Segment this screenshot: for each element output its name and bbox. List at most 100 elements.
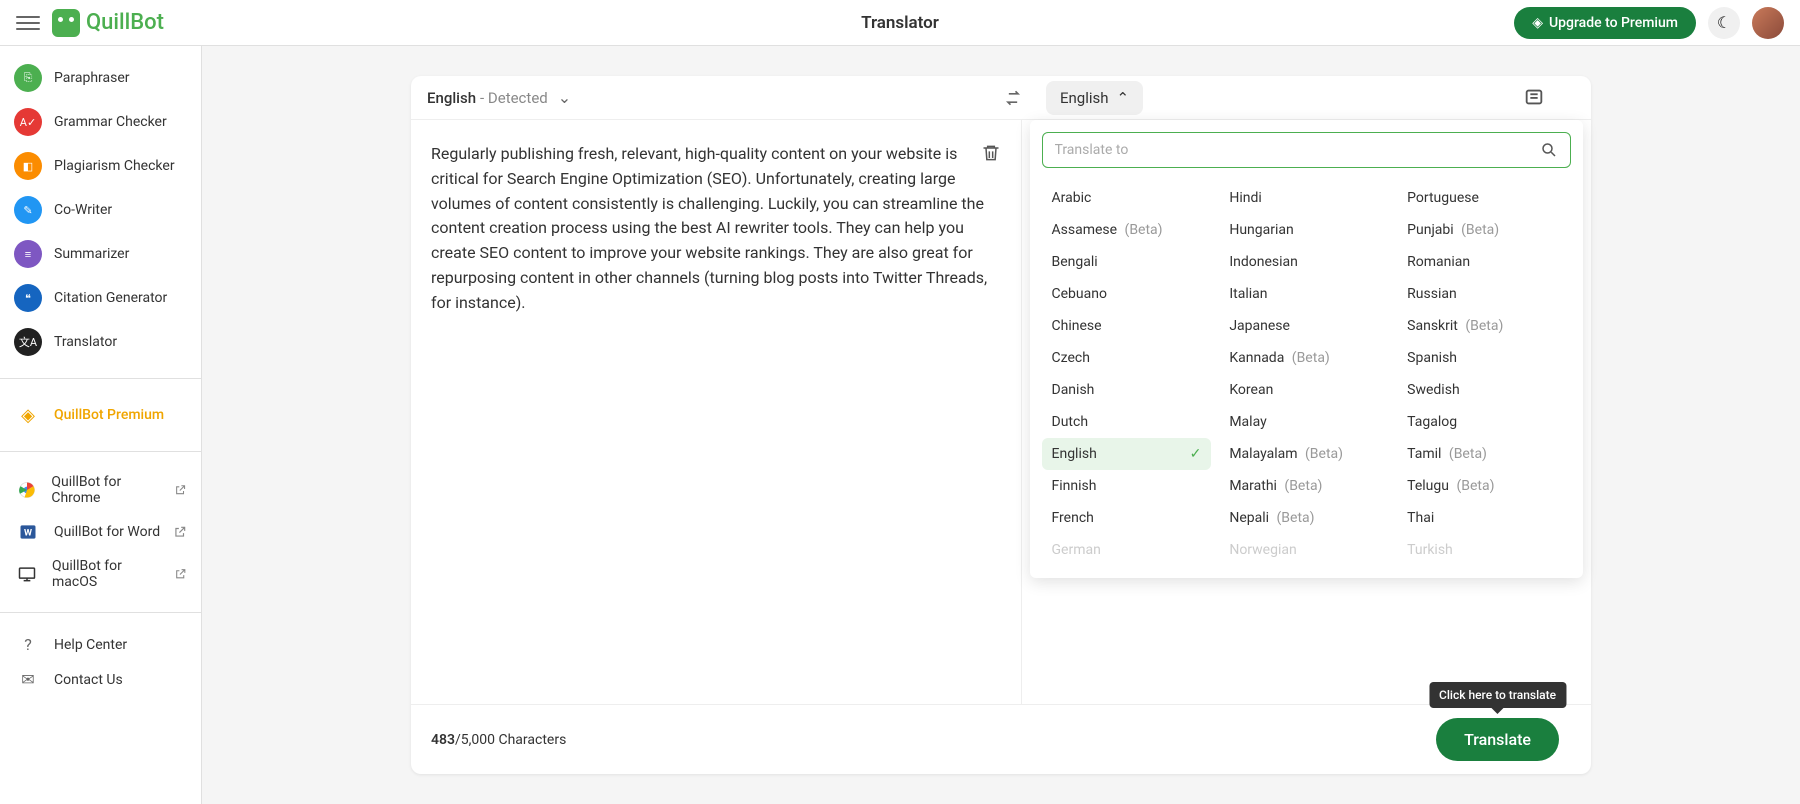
- divider: [0, 612, 201, 613]
- tool-icon: A✓: [14, 108, 42, 136]
- language-option-nepali[interactable]: Nepali (Beta): [1219, 502, 1389, 534]
- external-link-icon: [173, 525, 187, 539]
- sidebar-item-label: QuillBot for Word: [54, 524, 160, 540]
- language-option-malay[interactable]: Malay: [1219, 406, 1389, 438]
- detected-label: - Detected: [480, 89, 548, 107]
- language-option-norwegian[interactable]: Norwegian: [1219, 534, 1389, 566]
- sidebar-item-citation-generator[interactable]: ❝Citation Generator: [0, 276, 201, 320]
- language-option-arabic[interactable]: Arabic: [1042, 182, 1212, 214]
- sidebar-item-label: QuillBot for macOS: [52, 558, 162, 590]
- menu-icon[interactable]: [16, 11, 40, 35]
- sidebar-item-quillbot-for-word[interactable]: W QuillBot for Word: [0, 514, 201, 550]
- moon-icon: ☾: [1717, 13, 1731, 32]
- dark-mode-toggle[interactable]: ☾: [1708, 7, 1740, 39]
- language-option-thai[interactable]: Thai: [1397, 502, 1567, 534]
- language-option-malayalam[interactable]: Malayalam (Beta): [1219, 438, 1389, 470]
- language-option-japanese[interactable]: Japanese: [1219, 310, 1389, 342]
- source-text[interactable]: Regularly publishing fresh, relevant, hi…: [431, 142, 1001, 684]
- sidebar-item-quillbot-for-chrome[interactable]: QuillBot for Chrome: [0, 466, 201, 514]
- language-option-cebuano[interactable]: Cebuano: [1042, 278, 1212, 310]
- app-icon: [14, 564, 40, 584]
- language-name: Russian: [1407, 286, 1457, 302]
- external-link-icon: [174, 567, 187, 581]
- language-option-chinese[interactable]: Chinese: [1042, 310, 1212, 342]
- language-name: Swedish: [1407, 382, 1460, 398]
- sidebar-item-grammar-checker[interactable]: A✓Grammar Checker: [0, 100, 201, 144]
- language-option-french[interactable]: French: [1042, 502, 1212, 534]
- language-option-sanskrit[interactable]: Sanskrit (Beta): [1397, 310, 1567, 342]
- sidebar-item-plagiarism-checker[interactable]: ◧Plagiarism Checker: [0, 144, 201, 188]
- language-option-danish[interactable]: Danish: [1042, 374, 1212, 406]
- language-name: Portuguese: [1407, 190, 1479, 206]
- tool-icon: 文A: [14, 328, 42, 356]
- language-name: Finnish: [1052, 478, 1097, 494]
- divider: [0, 451, 201, 452]
- language-name: Danish: [1052, 382, 1095, 398]
- language-option-hungarian[interactable]: Hungarian: [1219, 214, 1389, 246]
- avatar[interactable]: [1752, 7, 1784, 39]
- char-max: 5,000 Characters: [461, 732, 567, 748]
- sidebar-item-premium[interactable]: ◈ QuillBot Premium: [0, 393, 201, 437]
- diamond-icon: ◈: [14, 401, 42, 429]
- translate-button[interactable]: Click here to translate Translate: [1436, 718, 1559, 761]
- upgrade-label: Upgrade to Premium: [1549, 15, 1678, 31]
- chevron-up-icon: ⌃: [1117, 89, 1130, 107]
- source-language[interactable]: English: [427, 89, 476, 107]
- character-count: 483/5,000 Characters: [431, 732, 566, 748]
- sidebar-item-contact-us[interactable]: ✉Contact Us: [0, 662, 201, 697]
- language-option-korean[interactable]: Korean: [1219, 374, 1389, 406]
- delete-icon[interactable]: [981, 142, 1001, 164]
- page-title: Translator: [861, 13, 939, 33]
- upgrade-button[interactable]: ◈ Upgrade to Premium: [1514, 7, 1696, 39]
- sidebar: ⎘ParaphraserA✓Grammar Checker◧Plagiarism…: [0, 46, 202, 804]
- svg-text:W: W: [24, 528, 32, 538]
- language-option-tamil[interactable]: Tamil (Beta): [1397, 438, 1567, 470]
- help-icon: ✉: [14, 670, 42, 689]
- help-icon: ?: [14, 635, 42, 654]
- swap-languages-button[interactable]: [988, 88, 1038, 108]
- language-option-turkish[interactable]: Turkish: [1397, 534, 1567, 566]
- language-option-romanian[interactable]: Romanian: [1397, 246, 1567, 278]
- language-option-bengali[interactable]: Bengali: [1042, 246, 1212, 278]
- language-option-english[interactable]: English✓: [1042, 438, 1212, 470]
- language-option-spanish[interactable]: Spanish: [1397, 342, 1567, 374]
- language-option-portuguese[interactable]: Portuguese: [1397, 182, 1567, 214]
- language-name: German: [1052, 542, 1101, 558]
- tool-icon: ❝: [14, 284, 42, 312]
- language-option-indonesian[interactable]: Indonesian: [1219, 246, 1389, 278]
- language-name: Punjabi (Beta): [1407, 222, 1499, 238]
- logo[interactable]: QuillBot: [52, 9, 164, 37]
- sidebar-item-co-writer[interactable]: ✎Co-Writer: [0, 188, 201, 232]
- language-option-telugu[interactable]: Telugu (Beta): [1397, 470, 1567, 502]
- sidebar-item-translator[interactable]: 文ATranslator: [0, 320, 201, 364]
- sidebar-item-help-center[interactable]: ?Help Center: [0, 627, 201, 662]
- target-language-button[interactable]: English ⌃: [1046, 81, 1143, 115]
- language-name: Chinese: [1052, 318, 1102, 334]
- language-option-assamese[interactable]: Assamese (Beta): [1042, 214, 1212, 246]
- search-input[interactable]: [1055, 142, 1541, 158]
- language-option-russian[interactable]: Russian: [1397, 278, 1567, 310]
- search-icon: [1540, 141, 1558, 159]
- sidebar-item-summarizer[interactable]: ≡Summarizer: [0, 232, 201, 276]
- language-option-finnish[interactable]: Finnish: [1042, 470, 1212, 502]
- chevron-down-icon[interactable]: ⌄: [558, 88, 571, 107]
- translate-label: Translate: [1464, 730, 1531, 749]
- tool-icon: ≡: [14, 240, 42, 268]
- language-option-czech[interactable]: Czech: [1042, 342, 1212, 374]
- tool-icon: ⎘: [14, 64, 42, 92]
- sidebar-item-quillbot-for-macos[interactable]: QuillBot for macOS: [0, 550, 201, 598]
- language-option-tagalog[interactable]: Tagalog: [1397, 406, 1567, 438]
- language-search[interactable]: [1042, 132, 1572, 168]
- language-option-italian[interactable]: Italian: [1219, 278, 1389, 310]
- language-option-kannada[interactable]: Kannada (Beta): [1219, 342, 1389, 374]
- language-option-marathi[interactable]: Marathi (Beta): [1219, 470, 1389, 502]
- language-name: Malayalam (Beta): [1229, 446, 1343, 462]
- language-option-dutch[interactable]: Dutch: [1042, 406, 1212, 438]
- language-option-german[interactable]: German: [1042, 534, 1212, 566]
- language-option-hindi[interactable]: Hindi: [1219, 182, 1389, 214]
- sidebar-item-paraphraser[interactable]: ⎘Paraphraser: [0, 56, 201, 100]
- language-option-punjabi[interactable]: Punjabi (Beta): [1397, 214, 1567, 246]
- language-option-swedish[interactable]: Swedish: [1397, 374, 1567, 406]
- diamond-icon: ◈: [1532, 15, 1543, 31]
- swap-icon: [1003, 88, 1023, 108]
